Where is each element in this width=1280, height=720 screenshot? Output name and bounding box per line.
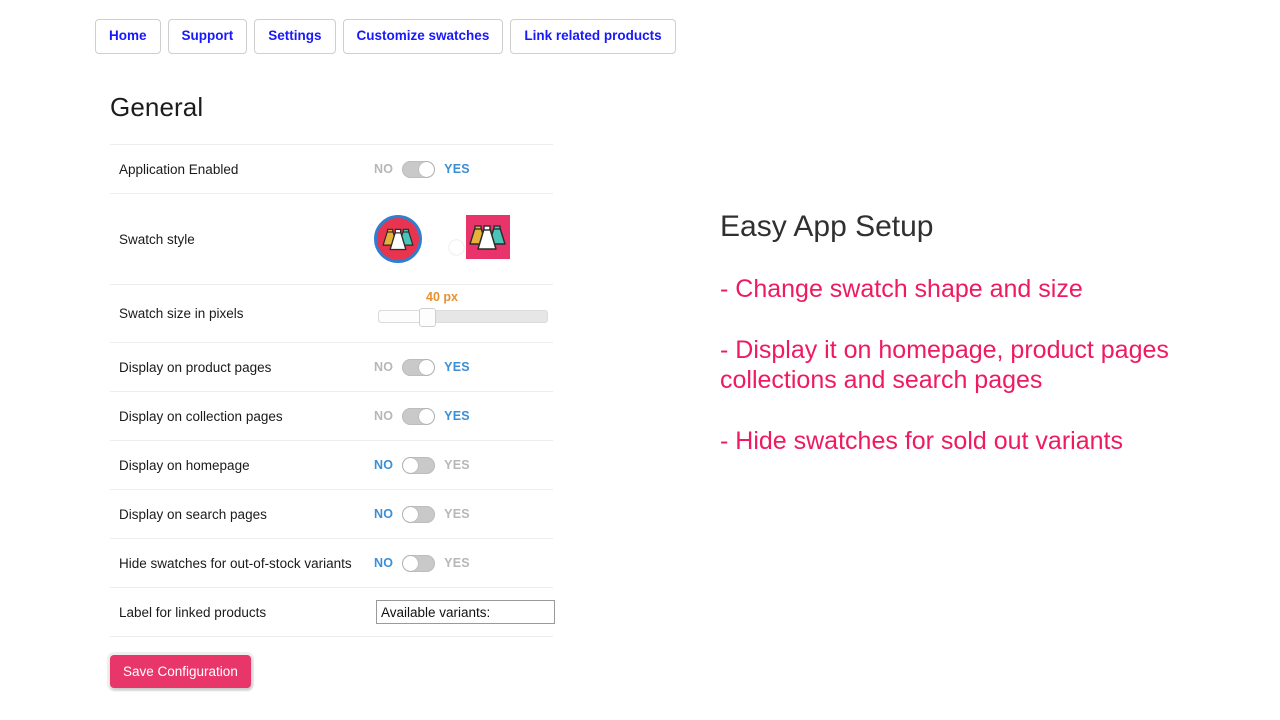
slider-track[interactable]	[378, 308, 548, 327]
save-button-wrap: Save Configuration	[110, 655, 251, 688]
toggle-knob	[403, 555, 419, 571]
toggle-knob	[419, 359, 435, 375]
setting-control: NO YES	[374, 358, 553, 376]
setting-control: NO YES	[374, 554, 553, 572]
setting-label: Swatch style	[119, 231, 195, 247]
setting-control	[374, 215, 553, 263]
setting-row-display-search-pages: Display on search pages NO YES	[110, 489, 553, 538]
promo-title: Easy App Setup	[720, 210, 934, 243]
setting-control: NO YES	[374, 456, 553, 474]
nav-button-support[interactable]: Support	[167, 19, 248, 54]
toggle-label-yes: YES	[444, 458, 470, 472]
setting-control	[374, 600, 555, 624]
slider-value-label: 40 px	[426, 290, 458, 304]
setting-label: Label for linked products	[119, 604, 267, 620]
promo-panel: Easy App Setup - Change swatch shape and…	[720, 210, 1250, 456]
toggle-knob	[403, 457, 419, 473]
nav-button-home[interactable]: Home	[95, 19, 161, 54]
setting-label: Display on search pages	[119, 506, 267, 522]
toggle-label-yes: YES	[444, 360, 470, 374]
toggle-label-yes: YES	[444, 162, 470, 176]
setting-label: Display on homepage	[119, 457, 250, 473]
toggle-label-no: NO	[374, 507, 394, 521]
slider-handle[interactable]	[419, 308, 437, 327]
label-linked-products-input[interactable]	[376, 600, 555, 624]
setting-row-display-homepage: Display on homepage NO YES	[110, 440, 553, 489]
setting-row-swatch-style: Swatch style	[110, 193, 553, 284]
toggle-label-yes: YES	[444, 556, 470, 570]
toggle-label-yes: YES	[444, 409, 470, 423]
dresses-icon	[382, 228, 414, 251]
setting-label: Hide swatches for out-of-stock variants	[119, 555, 352, 571]
nav-button-settings[interactable]: Settings	[254, 19, 336, 54]
toggle-label-no: NO	[374, 162, 394, 176]
promo-item-3: - Hide swatches for sold out variants	[720, 426, 1123, 455]
swatch-option-square[interactable]	[466, 215, 514, 263]
setting-row-application-enabled: Application Enabled NO YES	[110, 144, 553, 193]
setting-row-hide-out-of-stock: Hide swatches for out-of-stock variants …	[110, 538, 553, 587]
promo-item-2: - Display it on homepage, product pages …	[720, 335, 1169, 395]
swatch-size-slider[interactable]: 40 px	[378, 290, 548, 327]
toggle-knob	[403, 506, 419, 522]
toggle-label-no: NO	[374, 409, 394, 423]
toggle-display-collection-pages[interactable]: NO YES	[374, 407, 470, 425]
toggle-label-no: NO	[374, 556, 394, 570]
toggle-switch[interactable]	[402, 407, 436, 425]
setting-label: Application Enabled	[119, 161, 239, 177]
toggle-label-no: NO	[374, 458, 394, 472]
toggle-switch[interactable]	[402, 505, 436, 523]
dresses-icon	[469, 225, 506, 250]
nav-button-link-related-products[interactable]: Link related products	[510, 19, 676, 54]
page-title: General	[110, 92, 204, 122]
toggle-knob	[419, 161, 435, 177]
toggle-label-no: NO	[374, 360, 394, 374]
swatch-circle-preview	[374, 215, 422, 263]
toggle-application-enabled[interactable]: NO YES	[374, 160, 470, 178]
setting-label: Display on product pages	[119, 359, 272, 375]
toggle-switch[interactable]	[402, 160, 436, 178]
toggle-display-homepage[interactable]: NO YES	[374, 456, 470, 474]
toggle-switch[interactable]	[402, 554, 436, 572]
promo-item-1: - Change swatch shape and size	[720, 275, 1083, 303]
top-nav: Home Support Settings Customize swatches…	[95, 19, 676, 54]
general-settings-panel: General Application Enabled NO YES Swatc…	[110, 92, 555, 637]
toggle-switch[interactable]	[402, 358, 436, 376]
setting-control: 40 px	[374, 290, 553, 327]
toggle-hide-out-of-stock[interactable]: NO YES	[374, 554, 470, 572]
nav-button-customize-swatches[interactable]: Customize swatches	[342, 19, 504, 54]
toggle-knob	[449, 240, 464, 255]
setting-label: Swatch size in pixels	[119, 306, 244, 321]
swatch-square-preview	[466, 215, 510, 259]
slider-fill	[379, 311, 423, 322]
setting-row-label-linked-products: Label for linked products	[110, 587, 555, 637]
setting-row-swatch-size: Swatch size in pixels 40 px	[110, 284, 553, 342]
toggle-display-product-pages[interactable]: NO YES	[374, 358, 470, 376]
setting-control: NO YES	[374, 407, 553, 425]
setting-control: NO YES	[374, 160, 553, 178]
setting-row-display-product-pages: Display on product pages NO YES	[110, 342, 553, 391]
setting-control: NO YES	[374, 505, 553, 523]
toggle-label-yes: YES	[444, 507, 470, 521]
save-configuration-button[interactable]: Save Configuration	[110, 655, 251, 688]
toggle-switch[interactable]	[402, 456, 436, 474]
setting-label: Display on collection pages	[119, 408, 283, 424]
setting-row-display-collection-pages: Display on collection pages NO YES	[110, 391, 553, 440]
swatch-option-circle[interactable]	[374, 215, 422, 263]
toggle-display-search-pages[interactable]: NO YES	[374, 505, 470, 523]
toggle-knob	[419, 408, 435, 424]
